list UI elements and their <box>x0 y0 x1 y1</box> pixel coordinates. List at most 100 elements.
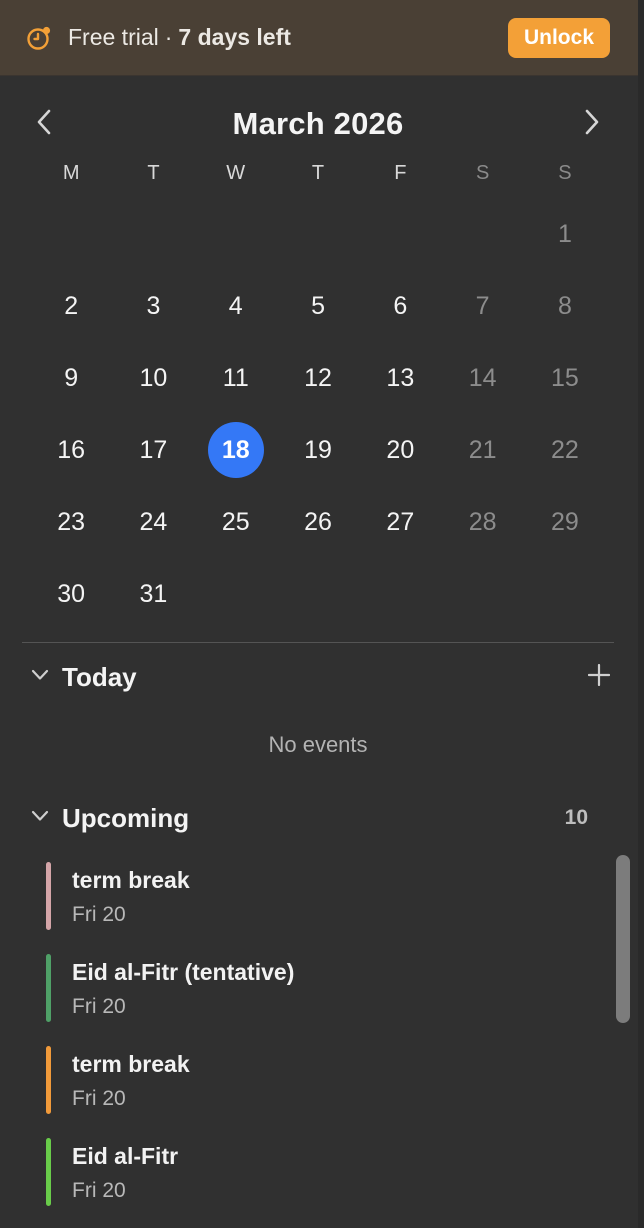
event-color-bar <box>46 1138 51 1206</box>
day-number: 25 <box>221 507 250 536</box>
day-number: 26 <box>304 507 332 536</box>
weekday-label: S <box>558 162 572 184</box>
chevron-down-icon <box>31 668 49 686</box>
event-title: term break <box>72 1051 190 1077</box>
calendar-day[interactable]: 11 <box>195 342 277 414</box>
calendar-day[interactable]: 7 <box>441 270 523 342</box>
weekday-label: T <box>147 162 160 184</box>
chevron-down-icon <box>31 809 49 827</box>
day-number: 2 <box>64 291 79 320</box>
day-number: 22 <box>551 435 579 464</box>
calendar-day[interactable]: 15 <box>524 342 606 414</box>
calendar-day[interactable]: 23 <box>30 486 112 558</box>
calendar-day[interactable]: 1 <box>524 198 606 270</box>
weekday-label: T <box>311 162 325 184</box>
event-date: Fri 20 <box>72 903 126 926</box>
collapse-upcoming-button[interactable] <box>28 806 52 830</box>
today-section-header: Today <box>28 657 614 697</box>
list-item[interactable]: Eid al-Fitr Fri 20 <box>46 1138 606 1228</box>
trial-label: Free trial <box>68 24 159 50</box>
add-event-button[interactable] <box>584 662 614 692</box>
day-number: 29 <box>551 507 579 536</box>
event-title: Eid al-Fitr (tentative) <box>72 959 295 985</box>
list-item[interactable]: Eid al-Fitr (tentative) Fri 20 <box>46 954 606 1046</box>
calendar-day-empty <box>441 558 523 630</box>
calendar-day[interactable]: 26 <box>277 486 359 558</box>
weekday-header-row: M T W T F S S <box>30 158 606 188</box>
calendar-day[interactable]: 17 <box>112 414 194 486</box>
day-number: 15 <box>551 363 579 392</box>
upcoming-section-title: Upcoming <box>62 802 190 833</box>
today-section-title: Today <box>62 661 137 692</box>
day-number: 13 <box>386 363 415 392</box>
calendar-day[interactable]: 22 <box>524 414 606 486</box>
calendar-day[interactable]: 3 <box>112 270 194 342</box>
calendar-day[interactable]: 20 <box>359 414 441 486</box>
day-number: 6 <box>393 291 408 320</box>
day-number: 9 <box>64 363 79 392</box>
calendar-day[interactable]: 27 <box>359 486 441 558</box>
calendar-day[interactable]: 24 <box>112 486 194 558</box>
event-color-bar <box>46 862 51 930</box>
calendar-day[interactable]: 4 <box>195 270 277 342</box>
calendar-day-empty <box>441 198 523 270</box>
calendar-day[interactable]: 14 <box>441 342 523 414</box>
calendar-day[interactable]: 29 <box>524 486 606 558</box>
list-item[interactable]: term break Fri 20 <box>46 1046 606 1138</box>
trial-separator: · <box>164 24 173 50</box>
calendar-day[interactable]: 16 <box>30 414 112 486</box>
day-number: 17 <box>139 435 168 464</box>
day-number: 31 <box>139 579 168 608</box>
previous-month-button[interactable] <box>22 102 66 146</box>
event-title: term break <box>72 867 190 893</box>
calendar-day[interactable]: 10 <box>112 342 194 414</box>
day-number: 23 <box>57 507 86 536</box>
calendar-day[interactable]: 8 <box>524 270 606 342</box>
unlock-button[interactable]: Unlock <box>507 17 610 58</box>
list-item[interactable]: term break Fri 20 <box>46 862 606 954</box>
event-date: Fri 20 <box>72 1087 126 1110</box>
calendar-popover: Free trial · 7 days left Unlock March 20… <box>0 0 644 1228</box>
trial-banner: Free trial · 7 days left Unlock <box>0 0 644 76</box>
day-number: 19 <box>304 435 332 464</box>
calendar-day[interactable]: 25 <box>195 486 277 558</box>
calendar-header: March 2026 <box>22 96 614 152</box>
section-divider <box>22 642 614 643</box>
day-number: 21 <box>468 435 497 464</box>
day-number: 10 <box>139 363 168 392</box>
day-number: 24 <box>139 507 168 536</box>
calendar-day-empty <box>112 198 194 270</box>
event-date: Fri 20 <box>72 995 126 1018</box>
calendar-day-empty <box>30 198 112 270</box>
collapse-today-button[interactable] <box>28 665 52 689</box>
scrollbar-thumb[interactable] <box>616 855 630 1023</box>
day-number: 1 <box>557 219 572 248</box>
calendar-day-today[interactable]: 18 <box>195 414 277 486</box>
calendar-day[interactable]: 12 <box>277 342 359 414</box>
event-color-bar <box>46 954 51 1022</box>
day-number: 20 <box>386 435 415 464</box>
calendar-day[interactable]: 31 <box>112 558 194 630</box>
calendar-day[interactable]: 30 <box>30 558 112 630</box>
event-title: Eid al-Fitr <box>72 1143 179 1169</box>
upcoming-count: 10 <box>564 806 588 829</box>
next-month-button[interactable] <box>570 102 614 146</box>
calendar-day-empty <box>359 558 441 630</box>
calendar-day[interactable]: 19 <box>277 414 359 486</box>
weekday-label: W <box>226 162 246 184</box>
trial-status: Free trial · 7 days left <box>68 24 291 51</box>
calendar-day[interactable]: 2 <box>30 270 112 342</box>
calendar-days-grid: 1 2 3 4 5 6 7 8 9 10 11 12 13 14 15 16 17 18 19 20 21 22 23 24 2… <box>30 198 606 630</box>
chevron-left-icon <box>34 108 54 141</box>
calendar-day[interactable]: 21 <box>441 414 523 486</box>
day-number: 11 <box>222 363 249 392</box>
calendar-day[interactable]: 9 <box>30 342 112 414</box>
day-number: 7 <box>475 291 490 320</box>
calendar-day-empty <box>277 198 359 270</box>
calendar-day[interactable]: 13 <box>359 342 441 414</box>
day-number: 28 <box>468 507 497 536</box>
calendar-day[interactable]: 5 <box>277 270 359 342</box>
calendar-day[interactable]: 6 <box>359 270 441 342</box>
calendar-day[interactable]: 28 <box>441 486 523 558</box>
chevron-right-icon <box>582 108 602 141</box>
